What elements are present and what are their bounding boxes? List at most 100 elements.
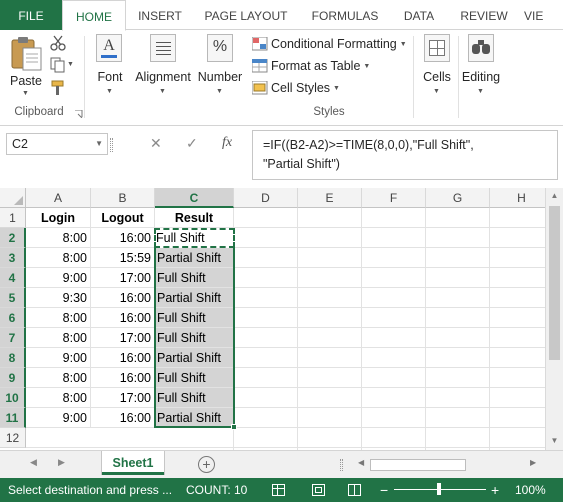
insert-function-icon[interactable]: fx [222,135,232,151]
column-header-f[interactable]: F [362,188,426,208]
table-cell[interactable]: Partial Shift [155,248,234,268]
column-header-c[interactable]: C [155,188,234,208]
format-painter-icon[interactable] [50,80,66,96]
table-cell[interactable]: Full Shift [155,328,234,348]
number-button[interactable]: % Number ▼ [196,34,244,100]
table-cell[interactable]: Partial Shift [155,348,234,368]
table-cell[interactable]: 17:00 [91,388,155,408]
page-layout-view-icon[interactable] [312,484,325,496]
row-header[interactable]: 7 [0,328,26,348]
table-cell[interactable]: Partial Shift [155,408,234,428]
cancel-icon[interactable]: ✕ [150,135,162,152]
table-cell[interactable]: 16:00 [91,288,155,308]
zoom-slider-thumb[interactable] [437,483,441,495]
table-cell[interactable]: 8:00 [26,368,91,388]
chevron-down-icon[interactable]: ▼ [95,134,103,154]
formula-input[interactable]: =IF((B2-A2)>=TIME(8,0,0),"Full Shift", "… [252,130,558,180]
horizontal-scrollbar[interactable]: ◀ ▶ [356,458,542,472]
tab-page-layout[interactable]: PAGE LAYOUT [194,0,298,30]
page-break-view-icon[interactable] [348,484,361,496]
copy-button[interactable]: ▼ [50,57,74,73]
normal-view-icon[interactable] [272,484,285,496]
conditional-formatting-button[interactable]: Conditional Formatting ▼ [252,34,407,54]
row-header[interactable]: 11 [0,408,26,428]
table-cell[interactable]: 17:00 [91,268,155,288]
cut-icon[interactable] [50,35,66,51]
tab-insert[interactable]: INSERT [128,0,192,30]
table-cell[interactable]: 9:00 [26,348,91,368]
column-header-h[interactable]: H [490,188,545,208]
column-header-e[interactable]: E [298,188,362,208]
cells-button[interactable]: Cells ▼ [418,34,456,100]
sheet-next-icon[interactable]: ▶ [58,457,65,468]
scroll-right-icon[interactable]: ▶ [530,458,536,467]
cell-a1[interactable]: Login [26,208,91,228]
table-cell[interactable]: 17:00 [91,328,155,348]
row-header[interactable]: 1 [0,208,26,228]
scroll-left-icon[interactable]: ◀ [358,458,364,467]
table-cell[interactable]: Partial Shift [155,288,234,308]
select-all-button[interactable] [0,188,26,208]
new-sheet-button[interactable]: + [198,456,215,473]
cell-styles-button[interactable]: Cell Styles ▼ [252,78,340,98]
font-button[interactable]: A Font ▼ [92,34,128,100]
row-header[interactable]: 5 [0,288,26,308]
row-header[interactable]: 2 [0,228,26,248]
table-cell[interactable]: 15:59 [91,248,155,268]
row-header[interactable]: 3 [0,248,26,268]
table-cell[interactable]: Full Shift [155,388,234,408]
cell-b1[interactable]: Logout [91,208,155,228]
table-cell[interactable]: 8:00 [26,328,91,348]
zoom-in-icon[interactable]: + [491,478,499,502]
worksheet-grid[interactable]: A B C D E F G H 1 2 3 4 5 6 7 8 9 10 11 … [0,188,545,450]
tab-review[interactable]: REVIEW [452,0,516,30]
zoom-out-icon[interactable]: − [380,478,388,502]
scroll-down-icon[interactable]: ▼ [546,433,563,449]
table-cell[interactable]: 8:00 [26,228,91,248]
horizontal-scroll-thumb[interactable] [370,459,466,471]
paste-button[interactable]: Paste ▼ [6,34,46,100]
tab-data[interactable]: DATA [392,0,446,30]
table-cell[interactable]: 9:00 [26,408,91,428]
vertical-scrollbar[interactable]: ▲ ▼ [545,188,563,450]
cell-c1[interactable]: Result [155,208,234,228]
tab-view[interactable]: VIE [524,0,563,30]
sheet-tab-sheet1[interactable]: Sheet1 [102,451,164,475]
name-box[interactable]: C2 ▼ [6,133,108,155]
table-cell[interactable]: Full Shift [155,368,234,388]
table-cell[interactable]: 8:00 [26,308,91,328]
column-header-a[interactable]: A [26,188,91,208]
column-header-d[interactable]: D [234,188,298,208]
table-cell[interactable]: Full Shift [155,308,234,328]
table-cell[interactable]: 9:00 [26,268,91,288]
tab-file[interactable]: FILE [0,0,62,30]
table-cell[interactable]: Full Shift [155,228,234,248]
row-header[interactable]: 9 [0,368,26,388]
table-cell[interactable]: 9:30 [26,288,91,308]
clipboard-launcher-icon[interactable] [75,110,83,118]
enter-icon[interactable]: ✓ [186,135,198,152]
row-header[interactable]: 10 [0,388,26,408]
row-header[interactable]: 8 [0,348,26,368]
fill-handle[interactable] [231,424,237,430]
table-cell[interactable]: Full Shift [155,268,234,288]
table-cell[interactable]: 8:00 [26,248,91,268]
formula-bar-splitter[interactable] [110,138,113,152]
vertical-scroll-thumb[interactable] [549,206,560,360]
row-header[interactable]: 6 [0,308,26,328]
table-cell[interactable]: 16:00 [91,408,155,428]
table-cell[interactable]: 8:00 [26,388,91,408]
row-header[interactable]: 12 [0,428,26,448]
tab-home[interactable]: HOME [62,0,126,31]
table-cell[interactable]: 16:00 [91,228,155,248]
tab-formulas[interactable]: FORMULAS [302,0,388,30]
table-cell[interactable]: 16:00 [91,348,155,368]
sheet-prev-icon[interactable]: ◀ [30,457,37,468]
table-cell[interactable]: 16:00 [91,308,155,328]
zoom-level[interactable]: 100% [515,478,546,502]
column-header-g[interactable]: G [426,188,490,208]
format-as-table-button[interactable]: Format as Table ▼ [252,56,370,76]
scroll-up-icon[interactable]: ▲ [546,188,563,204]
table-cell[interactable]: 16:00 [91,368,155,388]
alignment-button[interactable]: Alignment ▼ [133,34,193,100]
